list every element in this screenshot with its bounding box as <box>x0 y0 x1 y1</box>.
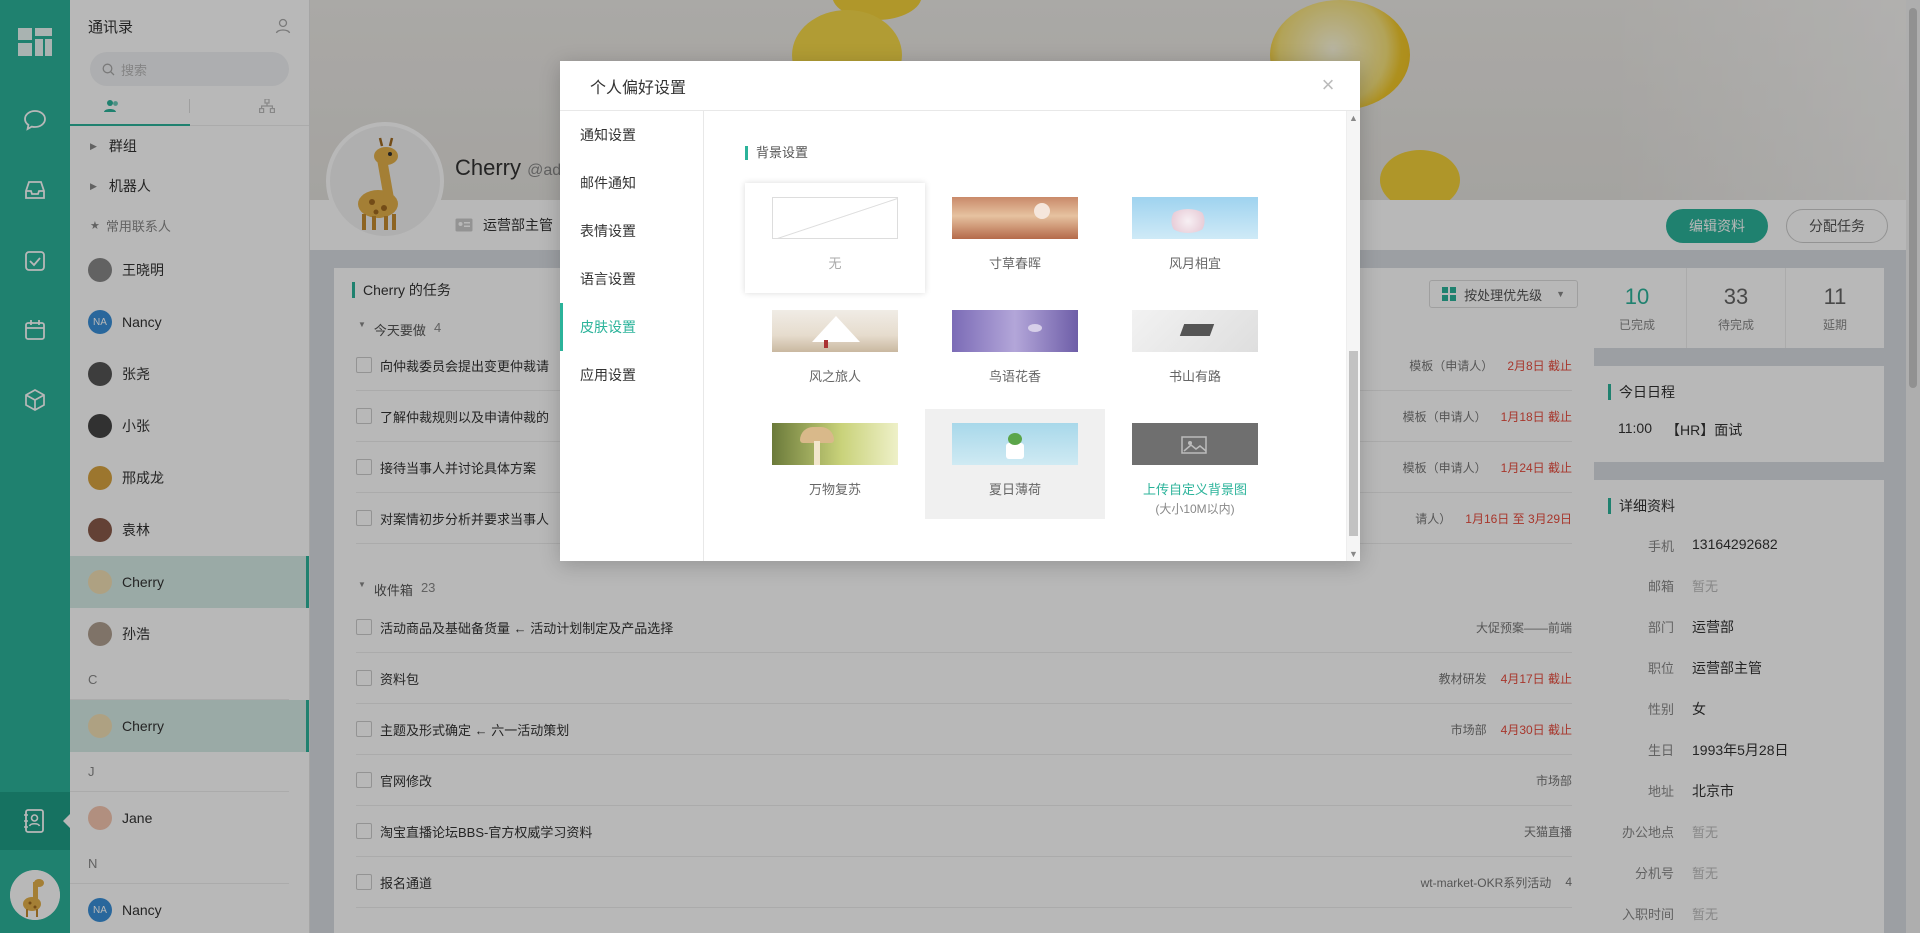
skin-thumb <box>952 197 1078 239</box>
skin-option-upload[interactable]: 上传自定义背景图 (大小10M以内) <box>1105 409 1285 519</box>
modal-title: 个人偏好设置 <box>560 61 1360 111</box>
nav-app-settings[interactable]: 应用设置 <box>560 351 703 399</box>
skin-name: 寸草春晖 <box>988 256 1041 271</box>
skin-option[interactable]: 鸟语花香 <box>925 296 1105 406</box>
skin-name: 风月相宜 <box>1168 256 1221 271</box>
skin-name-upload: 上传自定义背景图 <box>1142 482 1247 497</box>
mountain-shape <box>812 316 860 342</box>
skin-option[interactable]: 书山有路 <box>1105 296 1285 406</box>
skin-thumb <box>1132 197 1258 239</box>
skin-option[interactable]: 风之旅人 <box>745 296 925 406</box>
upload-size-hint: (大小10M以内) <box>1155 502 1235 516</box>
flower-shape <box>1034 203 1050 219</box>
mint-shape <box>1008 433 1022 445</box>
modal-scrollbar[interactable]: ▲ ▼ <box>1346 111 1360 561</box>
skin-name: 风之旅人 <box>808 369 861 384</box>
nav-notification-settings[interactable]: 通知设置 <box>560 111 703 159</box>
mushroom-stem <box>814 441 820 465</box>
skin-option-none[interactable]: 无 <box>745 183 925 293</box>
pot-shape <box>1006 443 1024 459</box>
skin-option[interactable]: 风月相宜 <box>1105 183 1285 293</box>
skin-option[interactable]: 寸草春晖 <box>925 183 1105 293</box>
bird-shape <box>1028 324 1042 332</box>
close-icon[interactable]: × <box>1318 74 1338 96</box>
skin-thumb <box>952 310 1078 352</box>
skin-thumb <box>1132 310 1258 352</box>
skin-name: 书山有路 <box>1168 369 1221 384</box>
skin-option-hovered[interactable]: 夏日薄荷 <box>925 409 1105 519</box>
modal-scroll-thumb[interactable] <box>1349 351 1358 536</box>
book-shape <box>1179 324 1215 336</box>
skin-name: 鸟语花香 <box>988 369 1041 384</box>
skin-name: 夏日薄荷 <box>988 482 1041 497</box>
preferences-nav: 通知设置 邮件通知 表情设置 语言设置 皮肤设置 应用设置 <box>560 111 704 561</box>
nav-email-notification[interactable]: 邮件通知 <box>560 159 703 207</box>
skin-thumb-upload <box>1132 423 1258 465</box>
scroll-up-icon[interactable]: ▲ <box>1349 113 1358 123</box>
skin-thumb <box>772 423 898 465</box>
nav-emoji-settings[interactable]: 表情设置 <box>560 207 703 255</box>
skin-name: 万物复苏 <box>808 482 861 497</box>
nav-language-settings[interactable]: 语言设置 <box>560 255 703 303</box>
traveler-shape <box>824 340 828 348</box>
skin-option[interactable]: 万物复苏 <box>745 409 925 519</box>
nav-skin-settings[interactable]: 皮肤设置 <box>560 303 703 351</box>
upload-image-icon <box>1181 436 1207 454</box>
blossom-shape <box>1168 209 1208 233</box>
skin-thumb <box>772 310 898 352</box>
background-settings-title: 背景设置 <box>745 146 808 160</box>
preferences-modal: 个人偏好设置 × 通知设置 邮件通知 表情设置 语言设置 皮肤设置 应用设置 背… <box>560 61 1360 561</box>
scroll-down-icon[interactable]: ▼ <box>1349 549 1358 559</box>
skin-settings-body: 背景设置 无 寸草春晖 风月相宜 风之旅人 鸟语花香 书山有路 万物复苏 夏日薄… <box>705 111 1360 561</box>
skin-thumb-none <box>772 197 898 239</box>
skin-name: 无 <box>828 256 842 271</box>
skin-thumb <box>952 423 1078 465</box>
